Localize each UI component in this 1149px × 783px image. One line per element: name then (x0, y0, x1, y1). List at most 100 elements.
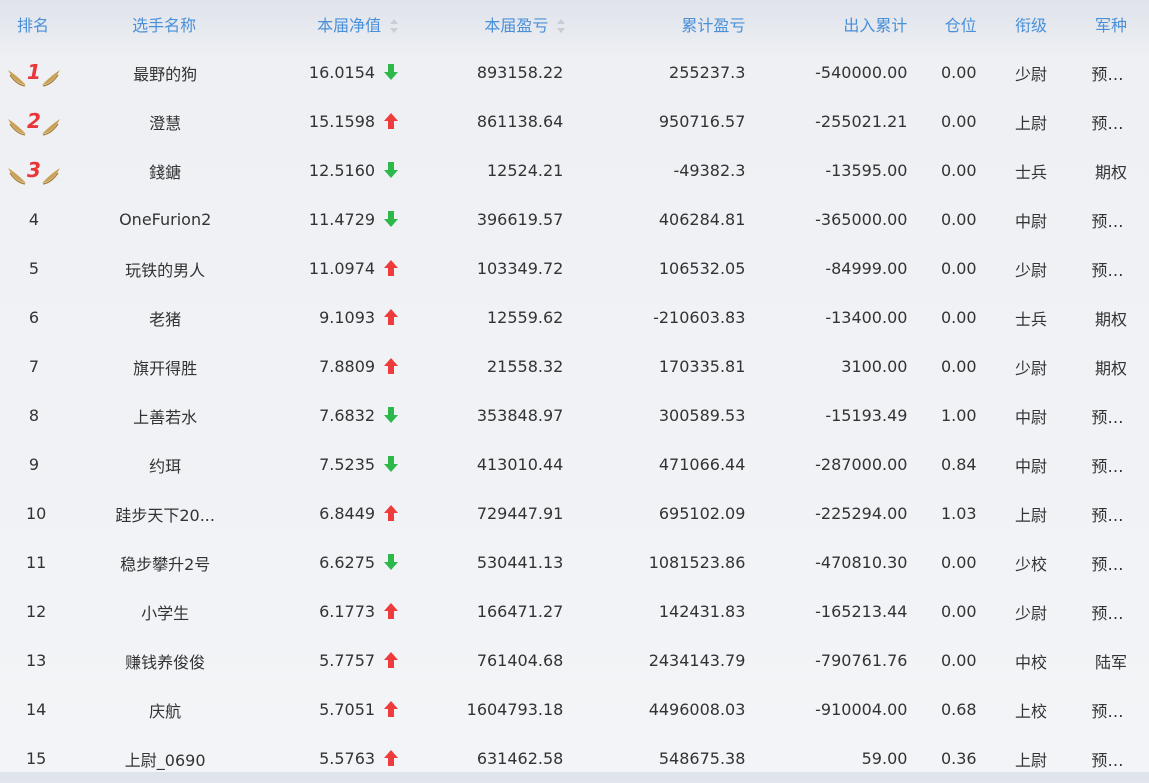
profit-value: 530441.13 (476, 553, 564, 572)
player-name[interactable]: 玩铁的男人 (71, 244, 259, 293)
player-name[interactable]: 跬步天下20... (71, 489, 259, 538)
table-row[interactable]: 7 旗开得胜 7.8809 21558.32 170335.81 3100.00… (0, 342, 1149, 391)
table-row[interactable]: 12 小学生 6.1773 166471.27 142431.83 -16521… (0, 587, 1149, 636)
header-nav-label[interactable]: 本届净值 (317, 16, 381, 35)
player-name[interactable]: 錢鎕 (71, 146, 259, 195)
rank-number: 15 (26, 749, 47, 768)
table-row[interactable]: 6 老猪 9.1093 12559.62 -210603.83 -13400.0… (0, 293, 1149, 342)
rank-cell: 2 (0, 97, 71, 146)
nav-value: 6.6275 (319, 553, 376, 572)
player-name[interactable]: 小学生 (71, 587, 259, 636)
cum-profit-value: 4496008.03 (648, 700, 746, 719)
rank-cell: 4 (0, 195, 71, 244)
cum-profit-value: 471066.44 (658, 455, 746, 474)
nav-cell: 7.6832 (259, 391, 416, 440)
medal-number: 3 (27, 158, 41, 182)
rank-number: 6 (28, 308, 40, 327)
table-row[interactable]: 4 OneFurion2 11.4729 396619.57 406284.81… (0, 195, 1149, 244)
table-row[interactable]: 1 最野的狗 16.0154 893158.22 255237.3 -54000… (0, 48, 1149, 97)
nav-cell: 6.6275 (259, 538, 416, 587)
table-row[interactable]: 8 上善若水 7.6832 353848.97 300589.53 -15193… (0, 391, 1149, 440)
player-name[interactable]: 稳步攀升2号 (71, 538, 259, 587)
position-value: 0.00 (940, 112, 977, 131)
arrow-up-icon (384, 602, 399, 619)
leaderboard-table: 排名 选手名称 本届净值 本届盈亏 累计盈亏 出入累计 仓位 衔级 军种 1 最… (0, 0, 1149, 783)
arm-value: 预备役 (1091, 603, 1140, 623)
profit-value: 12524.21 (487, 161, 564, 180)
rank-title-value: 中尉 (1015, 456, 1048, 476)
player-name[interactable]: 上善若水 (71, 391, 259, 440)
nav-cell: 5.5763 (259, 734, 416, 783)
arrow-down-icon (384, 63, 399, 80)
rank-number: 11 (26, 553, 47, 572)
nav-cell: 11.4729 (259, 195, 416, 244)
rank-title-value: 少尉 (1015, 260, 1048, 280)
player-name[interactable]: OneFurion2 (71, 195, 259, 244)
player-name[interactable]: 庆航 (71, 685, 259, 734)
rank-title-value: 上尉 (1015, 750, 1048, 770)
header-name-label: 选手名称 (132, 16, 197, 35)
rank-cell: 3 (0, 146, 71, 195)
sort-icon[interactable] (390, 18, 399, 33)
cum-profit-value: -49382.3 (673, 161, 746, 180)
header-cum-profit-label: 累计盈亏 (681, 16, 746, 35)
rank-number: 10 (26, 504, 47, 523)
rank-number: 9 (28, 455, 40, 474)
flow-value: 3100.00 (841, 357, 908, 376)
nav-cell: 11.0974 (259, 244, 416, 293)
player-name[interactable]: 旗开得胜 (71, 342, 259, 391)
cum-profit-value: 406284.81 (658, 210, 746, 229)
arm-value: 期权 (1094, 358, 1127, 378)
nav-value: 16.0154 (308, 63, 376, 82)
player-name[interactable]: 赚钱养俊俊 (71, 636, 259, 685)
profit-value: 353848.97 (476, 406, 564, 425)
position-value: 0.00 (940, 259, 977, 278)
header-nav-sortable[interactable]: 本届净值 (259, 0, 416, 48)
player-name[interactable]: 老猪 (71, 293, 259, 342)
table-row[interactable]: 15 上尉_0690 5.5763 631462.58 548675.38 59… (0, 734, 1149, 783)
rank-number: 5 (28, 259, 40, 278)
header-rank-title: 衔级 (981, 0, 1092, 48)
player-name[interactable]: 澄慧 (71, 97, 259, 146)
nav-value: 11.4729 (308, 210, 376, 229)
table-row[interactable]: 2 澄慧 15.1598 861138.64 950716.57 -255021… (0, 97, 1149, 146)
position-value: 1.03 (940, 504, 977, 523)
header-position: 仓位 (907, 0, 980, 48)
header-profit-sortable[interactable]: 本届盈亏 (416, 0, 583, 48)
header-profit-label[interactable]: 本届盈亏 (484, 16, 548, 35)
table-row[interactable]: 14 庆航 5.7051 1604793.18 4496008.03 -9100… (0, 685, 1149, 734)
arm-value: 预备役 (1091, 701, 1140, 721)
profit-value: 413010.44 (476, 455, 564, 474)
arm-value: 预备役 (1091, 64, 1140, 84)
flow-value: -225294.00 (815, 504, 908, 523)
flow-value: -13595.00 (825, 161, 908, 180)
player-name[interactable]: 约珥 (71, 440, 259, 489)
table-row[interactable]: 10 跬步天下20... 6.8449 729447.91 695102.09 … (0, 489, 1149, 538)
nav-value: 5.7757 (319, 651, 376, 670)
rank-number: 12 (26, 602, 47, 621)
position-value: 0.00 (940, 553, 977, 572)
sort-icon[interactable] (557, 18, 566, 33)
arrow-up-icon (384, 749, 399, 766)
position-value: 0.00 (940, 161, 977, 180)
medal-number: 2 (27, 109, 41, 133)
arrow-up-icon (384, 504, 399, 521)
medal-icon: 2 (6, 107, 62, 137)
table-row[interactable]: 5 玩铁的男人 11.0974 103349.72 106532.05 -849… (0, 244, 1149, 293)
arm-value: 陆军 (1094, 652, 1127, 672)
player-name[interactable]: 最野的狗 (71, 48, 259, 97)
table-row[interactable]: 3 錢鎕 12.5160 12524.21 -49382.3 -13595.00… (0, 146, 1149, 195)
profit-value: 729447.91 (476, 504, 564, 523)
table-row[interactable]: 13 赚钱养俊俊 5.7757 761404.68 2434143.79 -79… (0, 636, 1149, 685)
table-row[interactable]: 11 稳步攀升2号 6.6275 530441.13 1081523.86 -4… (0, 538, 1149, 587)
arrow-down-icon (384, 553, 399, 570)
flow-value: 59.00 (861, 749, 908, 768)
arm-value: 预备役 (1091, 407, 1140, 427)
player-name[interactable]: 上尉_0690 (71, 734, 259, 783)
nav-cell: 15.1598 (259, 97, 416, 146)
nav-cell: 12.5160 (259, 146, 416, 195)
rank-cell: 6 (0, 293, 71, 342)
table-row[interactable]: 9 约珥 7.5235 413010.44 471066.44 -287000.… (0, 440, 1149, 489)
nav-cell: 6.8449 (259, 489, 416, 538)
table-header: 排名 选手名称 本届净值 本届盈亏 累计盈亏 出入累计 仓位 衔级 军种 (0, 0, 1149, 48)
